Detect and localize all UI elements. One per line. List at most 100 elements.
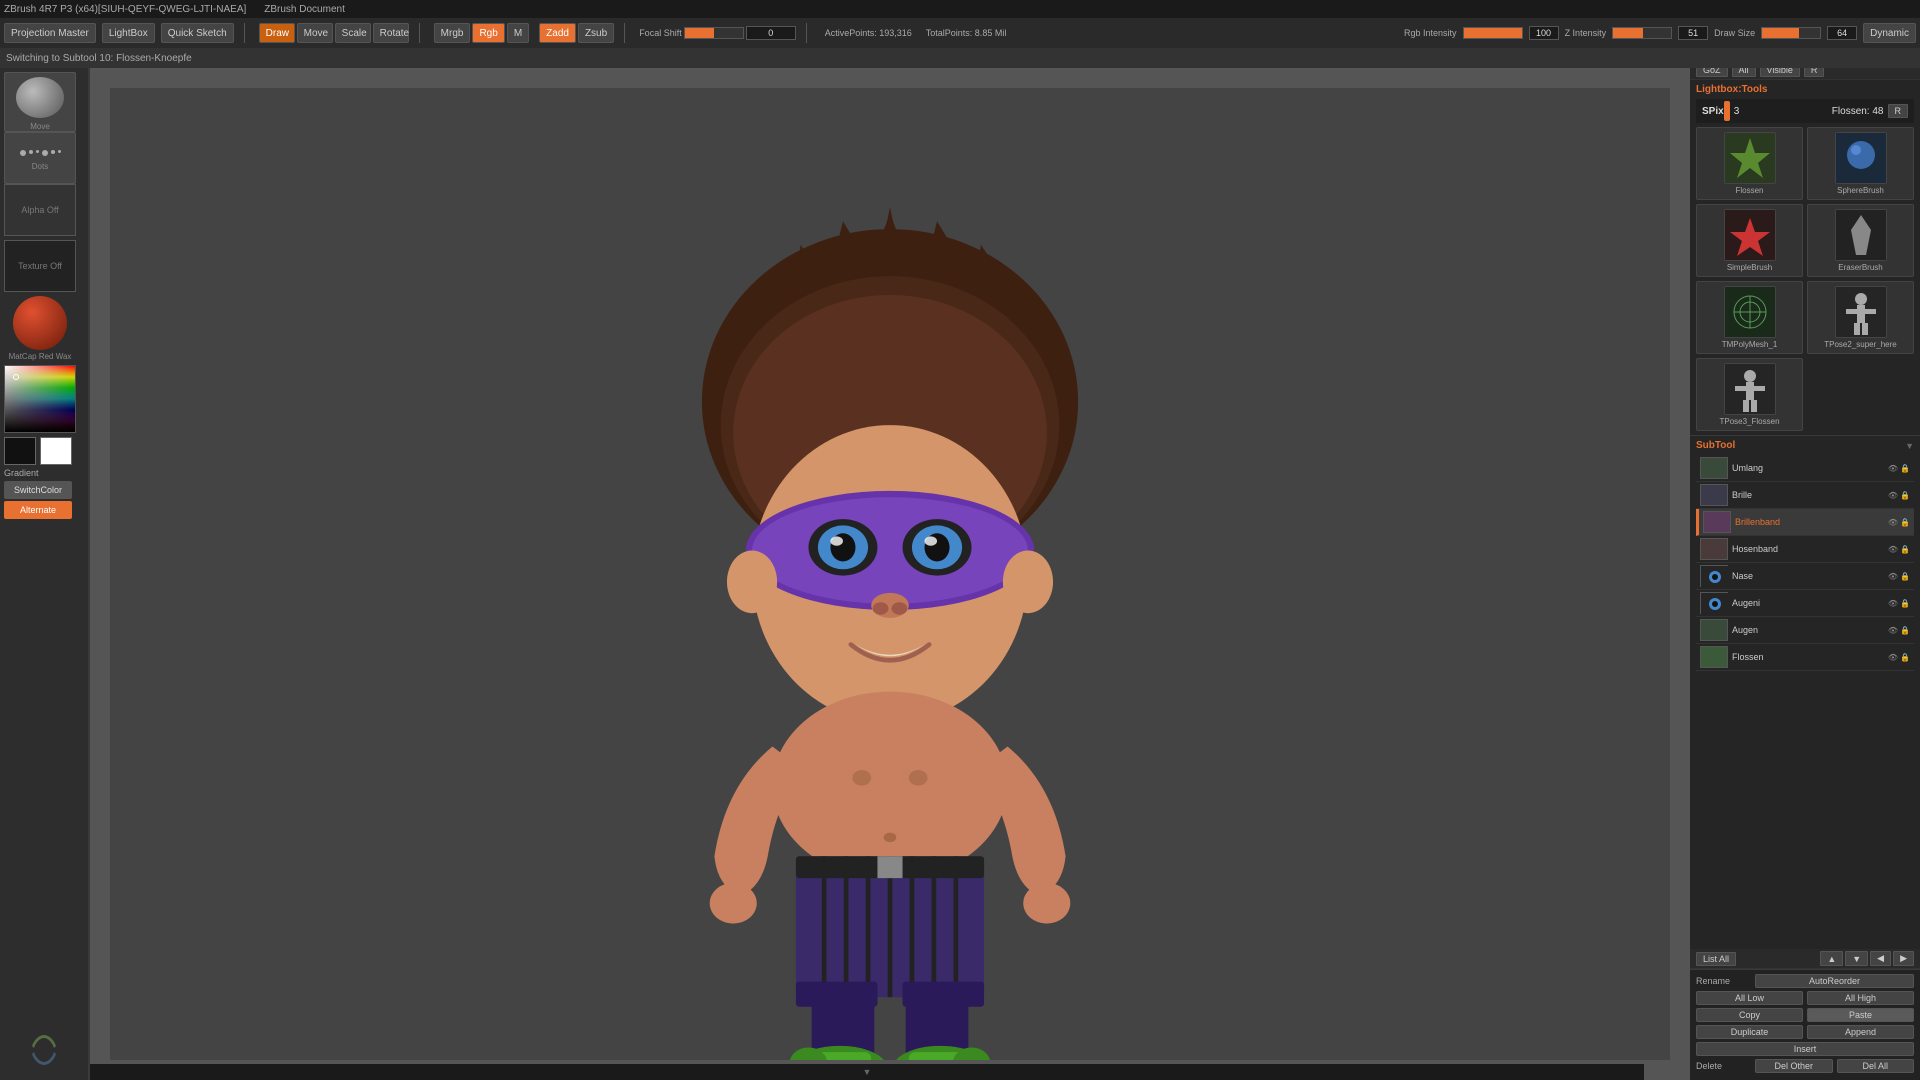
arrow-down-button[interactable]: ▼ — [1845, 951, 1868, 966]
alternate-button[interactable]: Alternate — [4, 501, 72, 519]
eye-icon-augen[interactable]: 👁 — [1888, 626, 1898, 635]
lightbox-button[interactable]: LightBox — [102, 23, 155, 43]
st-item-flossen[interactable]: Flossen 👁 🔒 — [1696, 644, 1914, 671]
lock-icon-umlang[interactable]: 🔒 — [1900, 464, 1910, 473]
lb-tool-spherebrush[interactable]: SphereBrush — [1807, 127, 1914, 200]
st-item-brillenband[interactable]: Brillenband 👁 🔒 — [1696, 509, 1914, 536]
lock-icon-brille[interactable]: 🔒 — [1900, 491, 1910, 500]
lb-tool-flossen[interactable]: Flossen — [1696, 127, 1803, 200]
draw-size-value[interactable]: 64 — [1827, 26, 1857, 40]
dynamic-button[interactable]: Dynamic — [1863, 23, 1916, 43]
subtool-header: SubTool ▼ — [1696, 440, 1914, 451]
alpha-swatch[interactable]: Alpha Off — [4, 184, 76, 236]
st-name-nase: Nase — [1732, 571, 1884, 581]
right-panel: Copy Tool Apply Tool Import Export Clone… — [1690, 0, 1920, 1080]
z-intensity-value[interactable]: 51 — [1678, 26, 1708, 40]
move-button[interactable]: Move — [297, 23, 333, 43]
st-item-hosenband[interactable]: Hosenband 👁 🔒 — [1696, 536, 1914, 563]
zsub-button[interactable]: Zsub — [578, 23, 614, 43]
lock-icon-brillenband[interactable]: 🔒 — [1900, 518, 1910, 527]
del-all-button[interactable]: Del All — [1837, 1059, 1915, 1073]
lb-tool-tpose2[interactable]: TPose2_super_here — [1807, 281, 1914, 354]
color-picker[interactable] — [4, 365, 76, 433]
eye-icon-umlang[interactable]: 👁 — [1888, 464, 1898, 473]
scale-button[interactable]: Scale — [335, 23, 371, 43]
st-item-augen[interactable]: Augen 👁 🔒 — [1696, 617, 1914, 644]
focal-shift-slider[interactable] — [684, 27, 744, 39]
lb-tool-simplebrush[interactable]: SimpleBrush — [1696, 204, 1803, 277]
z-intensity-slider[interactable] — [1612, 27, 1672, 39]
lock-icon-nase[interactable]: 🔒 — [1900, 572, 1910, 581]
rotate-button[interactable]: Rotate — [373, 23, 409, 43]
lb-thumb-tmpolymesh — [1724, 286, 1776, 338]
rgb-button[interactable]: Rgb — [472, 23, 504, 43]
menu-document[interactable]: ZBrush Document — [264, 4, 345, 15]
all-low-button[interactable]: All Low — [1696, 991, 1803, 1005]
texture-off-label: Texture Off — [18, 261, 62, 271]
append-button[interactable]: Append — [1807, 1025, 1914, 1039]
lightbox-tools-title: Lightbox:Tools — [1696, 84, 1914, 95]
insert-button[interactable]: Insert — [1696, 1042, 1914, 1056]
projection-master-button[interactable]: Projection Master — [4, 23, 96, 43]
list-all-button[interactable]: List All — [1696, 952, 1736, 966]
arrow-left-button[interactable]: ◀ — [1870, 951, 1891, 966]
duplicate-button[interactable]: Duplicate — [1696, 1025, 1803, 1039]
focal-shift-value[interactable]: 0 — [746, 26, 796, 40]
top-menu-bar: ZBrush 4R7 P3 (x64)[SIUH-QEYF-QWEG-LJTI-… — [0, 0, 1920, 18]
black-swatch[interactable] — [4, 437, 36, 465]
autoreorder-button[interactable]: AutoReorder — [1755, 974, 1914, 988]
eye-icon-brille[interactable]: 👁 — [1888, 491, 1898, 500]
switchcolor-button[interactable]: SwitchColor — [4, 481, 72, 499]
rgb-intensity-value[interactable]: 100 — [1529, 26, 1559, 40]
canvas-area[interactable] — [90, 68, 1690, 1080]
lb-tool-tmpolymesh[interactable]: TMPolyMesh_1 — [1696, 281, 1803, 354]
copy-paste-row: Copy Paste — [1696, 1008, 1914, 1022]
quick-sketch-button[interactable]: Quick Sketch — [161, 23, 234, 43]
all-high-button[interactable]: All High — [1807, 991, 1914, 1005]
z-intensity-label: Z Intensity — [1565, 28, 1607, 38]
lock-icon-flossen[interactable]: 🔒 — [1900, 653, 1910, 662]
st-item-augeni[interactable]: Augeni 👁 🔒 — [1696, 590, 1914, 617]
lb-name-tpose3: TPose3_Flossen — [1719, 417, 1779, 426]
flossen-r-button[interactable]: R — [1888, 104, 1909, 118]
del-other-button[interactable]: Del Other — [1755, 1059, 1833, 1073]
mrgb-button[interactable]: Mrgb — [434, 23, 471, 43]
lb-name-eraserbrush: EraserBrush — [1838, 263, 1882, 272]
eye-icon-flossen[interactable]: 👁 — [1888, 653, 1898, 662]
subtool-info-text: Switching to Subtool 10: Flossen-Knoepfe — [6, 53, 192, 64]
arrow-up-button[interactable]: ▲ — [1820, 951, 1843, 966]
eye-icon-hosenband[interactable]: 👁 — [1888, 545, 1898, 554]
lock-icon-augen[interactable]: 🔒 — [1900, 626, 1910, 635]
white-swatch[interactable] — [40, 437, 72, 465]
arrow-right-button[interactable]: ▶ — [1893, 951, 1914, 966]
st-item-nase[interactable]: Nase 👁 🔒 — [1696, 563, 1914, 590]
material-sphere[interactable] — [13, 296, 67, 350]
copy-button[interactable]: Copy — [1696, 1008, 1803, 1022]
subtool-chevron: ▼ — [1905, 441, 1914, 451]
lb-tool-tpose3[interactable]: TPose3_Flossen — [1696, 358, 1803, 431]
paste-button[interactable]: Paste — [1807, 1008, 1914, 1022]
dot-pattern — [16, 146, 65, 160]
divider4 — [806, 23, 807, 43]
draw-button[interactable]: Draw — [259, 23, 295, 43]
lock-icon-hosenband[interactable]: 🔒 — [1900, 545, 1910, 554]
st-item-brille[interactable]: Brille 👁 🔒 — [1696, 482, 1914, 509]
eye-icon-brillenband[interactable]: 👁 — [1888, 518, 1898, 527]
zadd-button[interactable]: Zadd — [539, 23, 576, 43]
draw-size-slider[interactable] — [1761, 27, 1821, 39]
eye-icon-augeni[interactable]: 👁 — [1888, 599, 1898, 608]
texture-swatch[interactable]: Texture Off — [4, 240, 76, 292]
eye-icon-nase[interactable]: 👁 — [1888, 572, 1898, 581]
rgb-intensity-slider[interactable] — [1463, 27, 1523, 39]
st-name-brille: Brille — [1732, 490, 1884, 500]
canvas-inner[interactable] — [110, 88, 1670, 1060]
st-item-umlang[interactable]: Umlang 👁 🔒 — [1696, 455, 1914, 482]
rename-row: Rename AutoReorder — [1696, 974, 1914, 988]
app-title: ZBrush 4R7 P3 (x64)[SIUH-QEYF-QWEG-LJTI-… — [4, 4, 246, 15]
lock-icon-augeni[interactable]: 🔒 — [1900, 599, 1910, 608]
brush-preview-swatch[interactable]: Move — [4, 72, 76, 132]
lb-tool-eraserbrush[interactable]: EraserBrush — [1807, 204, 1914, 277]
divider1 — [244, 23, 245, 43]
dots-swatch[interactable]: Dots — [4, 132, 76, 184]
m-button[interactable]: M — [507, 23, 529, 43]
